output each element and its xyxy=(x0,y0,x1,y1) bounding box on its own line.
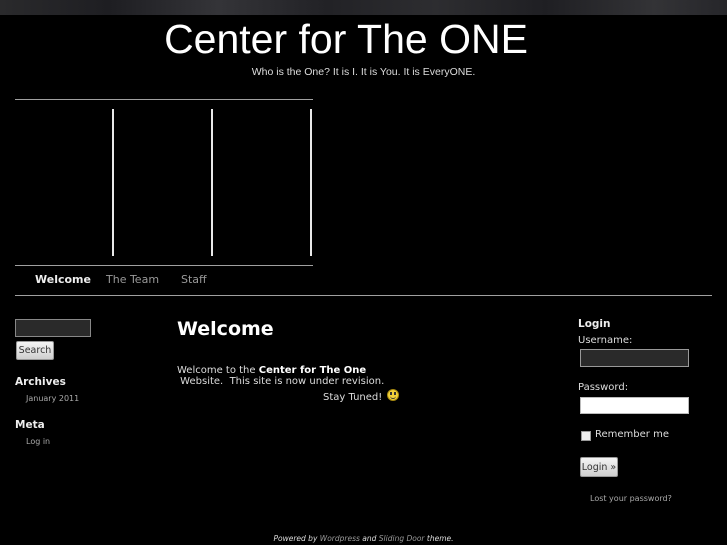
username-label: Username: xyxy=(578,335,633,346)
password-label: Password: xyxy=(578,382,629,393)
banner-door-divider-1 xyxy=(112,109,114,256)
nav-divider xyxy=(15,295,712,296)
remember-me-label[interactable]: Remember me xyxy=(595,429,669,440)
search-button[interactable]: Search xyxy=(16,341,54,360)
lost-password-link[interactable]: Lost your password? xyxy=(590,494,672,503)
footer-theme-suffix: theme. xyxy=(424,534,454,543)
archive-link-january-2011[interactable]: January 2011 xyxy=(26,394,79,403)
nav-item-welcome[interactable]: Welcome xyxy=(35,273,91,286)
site-title[interactable]: Center for The ONE xyxy=(0,15,692,63)
post-intro-text: Welcome to the xyxy=(177,365,259,376)
login-title: Login xyxy=(578,318,611,330)
footer: Powered by Wordpress and Sliding Door th… xyxy=(0,534,727,543)
footer-theme-link[interactable]: Sliding Door xyxy=(379,534,425,543)
meta-link-log-in[interactable]: Log in xyxy=(26,437,50,446)
nav-item-staff[interactable]: Staff xyxy=(181,273,207,286)
login-button[interactable]: Login » xyxy=(580,457,618,477)
post-bold-site-name: Center for The One xyxy=(258,365,367,376)
banner-top-divider xyxy=(15,99,313,100)
nav-item-the-team[interactable]: The Team xyxy=(106,273,159,286)
footer-and-text: and xyxy=(359,534,379,543)
smiley-icon xyxy=(387,389,400,401)
header-background-band xyxy=(0,0,727,15)
search-input[interactable] xyxy=(15,319,91,337)
post-rest-text: Website. This site is now under revision… xyxy=(177,376,385,387)
username-input[interactable] xyxy=(580,349,689,367)
archives-title: Archives xyxy=(15,376,66,388)
site-tagline: Who is the One? It is I. It is You. It i… xyxy=(251,66,476,78)
post-body: Welcome to the Center for The One Websit… xyxy=(177,365,557,387)
post-title: Welcome xyxy=(177,318,274,340)
remember-me-checkbox[interactable] xyxy=(581,431,591,441)
stay-tuned-line: Stay Tuned! xyxy=(323,389,400,403)
footer-wordpress-link[interactable]: Wordpress xyxy=(320,534,360,543)
banner-door-divider-2 xyxy=(211,109,213,256)
stay-tuned-text: Stay Tuned! xyxy=(323,392,386,403)
footer-powered-text: Powered by xyxy=(273,534,320,543)
banner-door-divider-3 xyxy=(310,109,312,256)
meta-title: Meta xyxy=(15,419,45,431)
banner-bottom-divider xyxy=(15,265,313,266)
password-input[interactable] xyxy=(580,397,689,414)
